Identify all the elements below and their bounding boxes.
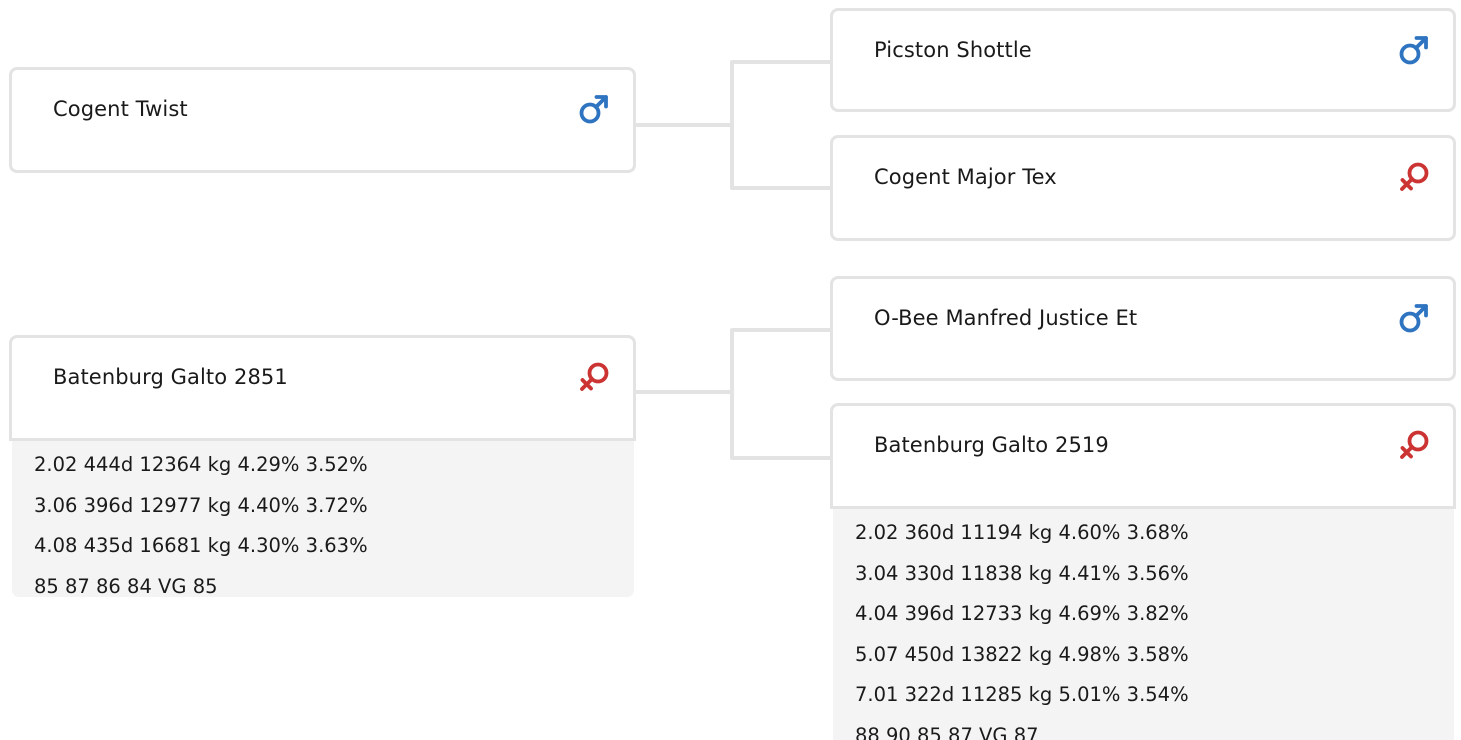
female-icon bbox=[1397, 160, 1431, 194]
animal-name: Batenburg Galto 2851 bbox=[53, 365, 288, 389]
animal-card-dam-dam[interactable]: Batenburg Galto 2519 bbox=[830, 403, 1456, 509]
lactation-record: 7.01 322d 11285 kg 5.01% 3.54% bbox=[855, 683, 1189, 706]
animal-card-sire-sire[interactable]: Picston Shottle bbox=[830, 8, 1456, 112]
animal-name: Cogent Twist bbox=[53, 97, 188, 121]
animal-name: Cogent Major Tex bbox=[874, 165, 1057, 189]
classification-score: 85 87 86 84 VG 85 bbox=[34, 574, 218, 598]
animal-card-dam-sire[interactable]: O-Bee Manfred Justice Et bbox=[830, 276, 1456, 381]
male-icon bbox=[1397, 301, 1431, 335]
lactation-record: 3.04 330d 11838 kg 4.41% 3.56% bbox=[855, 561, 1189, 585]
lactation-record: 5.07 450d 13822 kg 4.98% 3.58% bbox=[855, 642, 1189, 666]
animal-name: Picston Shottle bbox=[874, 38, 1032, 62]
connector-dam-branch bbox=[634, 328, 832, 460]
male-icon bbox=[577, 92, 611, 126]
classification-score: 88 90 85 87 VG 87 bbox=[855, 723, 1039, 740]
lactation-record: 3.06 396d 12977 kg 4.40% 3.72% bbox=[34, 493, 368, 517]
lactation-record: 4.08 435d 16681 kg 4.30% 3.63% bbox=[34, 534, 368, 557]
animal-name: O-Bee Manfred Justice Et bbox=[874, 306, 1138, 330]
lactation-records-dam-dam: 2.02 360d 11194 kg 4.60% 3.68% 3.04 330d… bbox=[833, 509, 1454, 740]
animal-card-sire-dam[interactable]: Cogent Major Tex bbox=[830, 135, 1456, 241]
lactation-record: 2.02 360d 11194 kg 4.60% 3.68% bbox=[855, 521, 1189, 544]
male-icon bbox=[1397, 33, 1431, 67]
female-icon bbox=[1397, 428, 1431, 462]
pedigree-tree: Cogent Twist Picston Shottle Cogent Majo… bbox=[0, 0, 1461, 740]
lactation-records-dam: 2.02 444d 12364 kg 4.29% 3.52% 3.06 396d… bbox=[12, 441, 634, 598]
lactation-record: 2.02 444d 12364 kg 4.29% 3.52% bbox=[34, 453, 368, 476]
animal-card-sire[interactable]: Cogent Twist bbox=[9, 67, 636, 173]
connector-sire-branch bbox=[634, 60, 832, 190]
animal-name: Batenburg Galto 2519 bbox=[874, 433, 1109, 457]
animal-card-dam[interactable]: Batenburg Galto 2851 bbox=[9, 335, 636, 441]
female-icon bbox=[577, 360, 611, 394]
lactation-record: 4.04 396d 12733 kg 4.69% 3.82% bbox=[855, 602, 1189, 625]
